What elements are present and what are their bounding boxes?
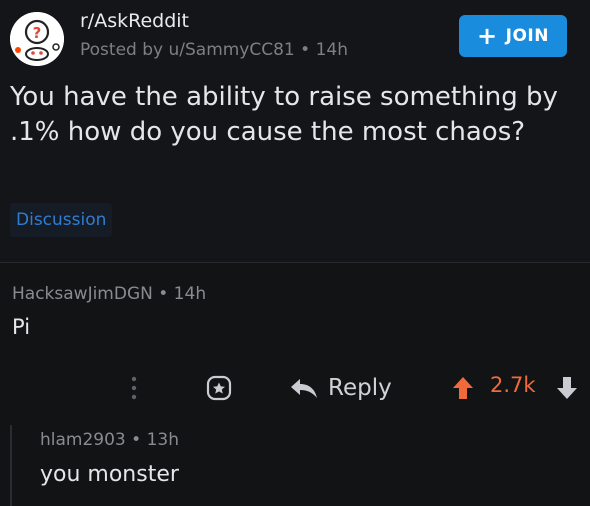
ellipsis-vertical-icon[interactable]: [128, 374, 140, 402]
comment-meta[interactable]: HacksawJimDGN • 14h: [12, 284, 206, 304]
section-divider: [0, 262, 590, 263]
comment-body: Pi: [12, 315, 31, 339]
post-title[interactable]: You have the ability to raise something …: [10, 80, 575, 150]
reply-arrow-icon: [291, 379, 317, 398]
thread-line[interactable]: [10, 425, 12, 506]
post-card: ? r/AskReddit Posted by u/SammyCC81 • 14…: [0, 0, 590, 262]
upvote-arrow-icon[interactable]: [452, 376, 474, 400]
reply-button[interactable]: Reply: [290, 370, 392, 406]
join-label: JOIN: [505, 26, 549, 46]
join-button[interactable]: + JOIN: [459, 15, 567, 57]
reply-meta[interactable]: hlam2903 • 13h: [40, 430, 179, 450]
askreddit-snoo-icon: ?: [10, 12, 64, 66]
plus-icon: +: [477, 22, 498, 50]
subreddit-avatar[interactable]: ?: [10, 12, 64, 66]
comment-score: 2.7k: [490, 373, 536, 397]
post-flair[interactable]: Discussion: [10, 203, 113, 237]
reply-label: Reply: [328, 375, 392, 401]
svg-text:?: ?: [33, 24, 42, 42]
subreddit-name[interactable]: r/AskReddit: [80, 10, 189, 32]
downvote-arrow-icon[interactable]: [556, 376, 578, 400]
comment-actions: Reply 2.7k: [0, 370, 590, 406]
post-meta: Posted by u/SammyCC81 • 14h: [80, 40, 348, 60]
award-icon[interactable]: [206, 375, 232, 401]
reply-body: you monster: [40, 462, 179, 487]
